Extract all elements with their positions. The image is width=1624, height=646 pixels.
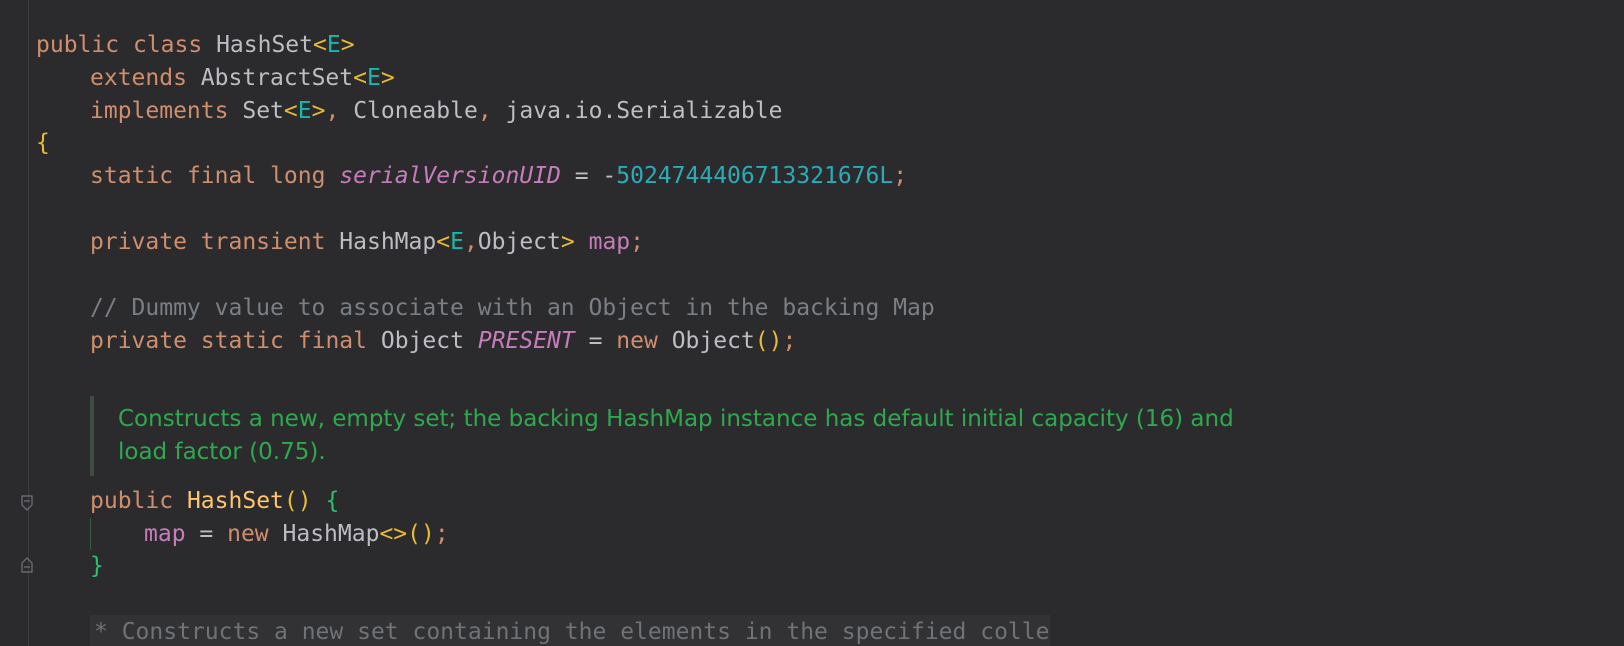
class-name: HashMap xyxy=(339,229,437,255)
code-line-extends: extends AbstractSet<E> xyxy=(90,61,395,95)
keyword: static xyxy=(200,328,284,354)
keyword: private xyxy=(90,229,187,255)
angle-bracket: < xyxy=(313,32,327,58)
code-line-serial-uid: static final long serialVersionUID = -50… xyxy=(90,159,907,193)
angle-bracket: > xyxy=(311,98,326,124)
rendered-javadoc[interactable]: Constructs a new, empty set; the backing… xyxy=(90,396,1294,476)
comma: , xyxy=(325,98,340,124)
code-editor[interactable]: public class HashSet<E> extends Abstract… xyxy=(0,0,1624,646)
semicolon: ; xyxy=(434,521,449,547)
code-area[interactable]: public class HashSet<E> extends Abstract… xyxy=(0,0,1624,646)
type-parameter: E xyxy=(450,229,464,255)
code-line-implements: implements Set<E>, Cloneable, java.io.Se… xyxy=(90,94,782,128)
class-name: Object xyxy=(380,328,464,354)
indent-guide xyxy=(90,518,91,550)
code-line-close-brace: } xyxy=(90,549,104,583)
angle-bracket: > xyxy=(560,229,575,255)
code-line-map-field: private transient HashMap<E,Object> map; xyxy=(90,225,644,259)
keyword: new xyxy=(227,521,269,547)
type-parameter: E xyxy=(366,65,381,91)
javadoc-line: Constructs a new, empty set; the backing… xyxy=(118,406,1234,432)
semicolon: ; xyxy=(782,328,797,354)
semicolon: ; xyxy=(630,229,645,255)
keyword: public xyxy=(36,32,120,58)
type-parameter: E xyxy=(297,98,312,124)
diamond-operator: <> xyxy=(379,521,408,547)
class-name: Set xyxy=(242,98,284,124)
class-name: Cloneable xyxy=(353,98,478,124)
parentheses: () xyxy=(407,521,435,547)
open-brace: { xyxy=(36,130,50,156)
keyword: private xyxy=(90,328,187,354)
comma: , xyxy=(463,229,478,255)
type-parameter: E xyxy=(326,32,341,58)
method-name: HashSet xyxy=(186,488,284,514)
code-line-constructor: public HashSet() { xyxy=(90,484,339,518)
close-brace: } xyxy=(90,553,104,579)
operator: = xyxy=(574,328,617,354)
keyword: final xyxy=(297,328,367,354)
keyword: extends xyxy=(90,65,187,91)
class-name: java.io.Serializable xyxy=(505,98,783,124)
keyword: long xyxy=(270,163,326,189)
line-comment: // Dummy value to associate with an Obje… xyxy=(90,295,935,321)
class-name: Object xyxy=(477,229,561,255)
keyword: class xyxy=(132,32,203,58)
code-line-class-decl: public class HashSet<E> xyxy=(36,28,355,62)
javadoc-comment-strip[interactable]: * Constructs a new set containing the el… xyxy=(90,615,1050,646)
keyword: final xyxy=(186,163,257,189)
operator: = - xyxy=(560,163,617,189)
angle-bracket: < xyxy=(283,98,298,124)
class-name: Object xyxy=(671,328,755,354)
static-field: PRESENT xyxy=(477,328,575,354)
angle-bracket: < xyxy=(436,229,451,255)
angle-bracket: > xyxy=(380,65,395,91)
semicolon: ; xyxy=(893,163,908,189)
code-line-map-assign: map = new HashMap<>(); xyxy=(144,517,449,551)
code-line-open-brace: { xyxy=(36,126,50,160)
parentheses: () xyxy=(754,328,783,354)
open-brace: { xyxy=(325,488,340,514)
keyword: new xyxy=(616,328,658,354)
class-name: HashSet xyxy=(216,32,313,58)
operator: = xyxy=(185,521,228,547)
comma: , xyxy=(477,98,492,124)
keyword: transient xyxy=(200,229,326,255)
angle-bracket: < xyxy=(353,65,367,91)
javadoc-comment-text: * Constructs a new set containing the el… xyxy=(94,619,1050,645)
static-field: serialVersionUID xyxy=(339,163,561,189)
number-literal: 5024744406713321676L xyxy=(616,163,894,189)
class-name: AbstractSet xyxy=(200,65,354,91)
field-name: map xyxy=(144,521,186,547)
code-line-present-field: private static final Object PRESENT = ne… xyxy=(90,324,796,358)
keyword: public xyxy=(90,488,174,514)
angle-bracket: > xyxy=(340,32,355,58)
keyword: static xyxy=(90,163,174,189)
field-name: map xyxy=(588,229,631,255)
javadoc-line: load factor (0.75). xyxy=(118,439,326,465)
keyword: implements xyxy=(90,98,229,124)
code-line-comment: // Dummy value to associate with an Obje… xyxy=(90,291,935,325)
parentheses: () xyxy=(283,488,312,514)
class-name: HashMap xyxy=(282,521,380,547)
